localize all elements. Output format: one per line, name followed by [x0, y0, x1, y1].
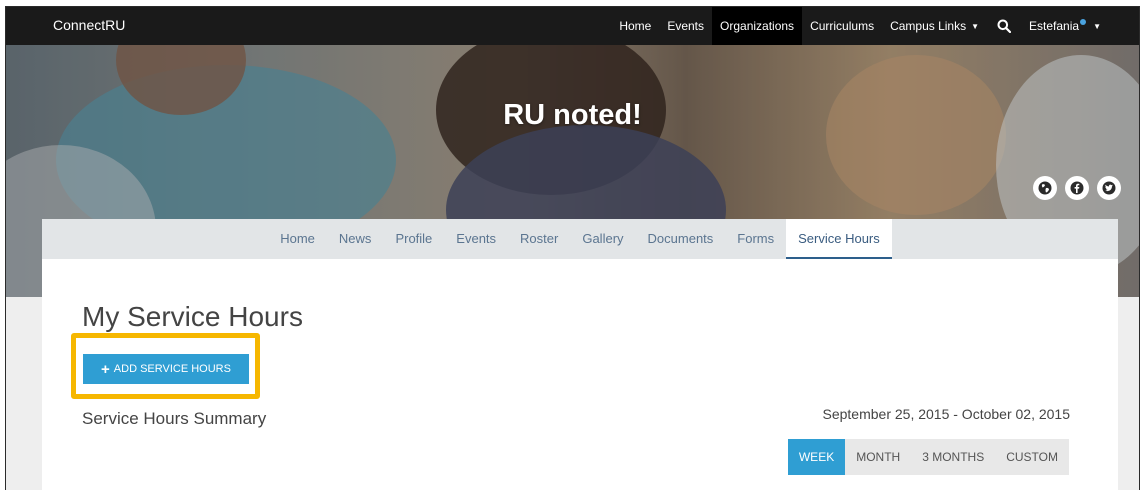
notification-dot-icon [1080, 19, 1087, 25]
nav-events[interactable]: Events [659, 7, 712, 45]
summary-title: Service Hours Summary [82, 409, 267, 428]
nav-curriculums-label: Curriculums [810, 19, 875, 33]
organization-tabs: Home News Profile Events Roster Gallery … [42, 219, 1118, 259]
tab-news-label: News [338, 230, 372, 246]
nav-organizations-label: Organizations [720, 19, 795, 33]
page-title: My Service Hours [82, 301, 303, 332]
user-menu[interactable]: Estefania ▼ [1021, 7, 1109, 45]
tab-events-label: Events [456, 230, 497, 246]
caret-down-icon: ▼ [971, 21, 980, 31]
tab-gallery-label: Gallery [582, 230, 624, 246]
nav-campus-links-label: Campus Links [890, 19, 967, 33]
range-tab-custom-label: CUSTOM [1006, 450, 1058, 464]
add-service-hours-button[interactable]: + ADD SERVICE HOURS [83, 354, 249, 384]
website-link[interactable] [1033, 176, 1057, 200]
globe-icon [1038, 181, 1052, 195]
nav-home-label: Home [619, 19, 652, 33]
range-tab-3-months[interactable]: 3 MONTHS [911, 439, 995, 475]
user-name: Estefania [1029, 19, 1080, 33]
top-nav-menu: Home Events Organizations Curriculums Ca… [611, 7, 1109, 45]
tab-news[interactable]: News [327, 219, 384, 259]
nav-home[interactable]: Home [611, 7, 659, 45]
facebook-link[interactable] [1065, 176, 1089, 200]
twitter-icon [1102, 181, 1116, 195]
nav-organizations[interactable]: Organizations [712, 7, 803, 45]
range-tab-month[interactable]: MONTH [845, 439, 911, 475]
range-tab-month-label: MONTH [856, 450, 901, 464]
tab-gallery[interactable]: Gallery [570, 219, 635, 259]
add-service-hours-label: ADD SERVICE HOURS [113, 363, 231, 375]
tab-events[interactable]: Events [444, 219, 508, 259]
tab-profile-label: Profile [395, 230, 433, 246]
nav-campus-links[interactable]: Campus Links ▼ [882, 7, 987, 45]
nav-events-label: Events [667, 19, 705, 33]
twitter-link[interactable] [1097, 176, 1121, 200]
tab-documents-label: Documents [647, 230, 714, 246]
tab-documents[interactable]: Documents [636, 219, 726, 259]
app-window: ConnectRU Home Events Organizations Curr… [5, 6, 1140, 490]
range-tab-week-label: WEEK [798, 450, 835, 464]
social-links [1033, 176, 1121, 200]
tab-roster[interactable]: Roster [508, 219, 570, 259]
date-range: September 25, 2015 - October 02, 2015 [822, 406, 1071, 422]
plus-icon: + [101, 360, 110, 378]
tab-home-label: Home [280, 230, 315, 246]
facebook-icon [1070, 181, 1084, 195]
tab-forms[interactable]: Forms [725, 219, 786, 259]
range-tab-3-months-label: 3 MONTHS [922, 450, 985, 464]
tab-service-hours[interactable]: Service Hours [786, 219, 892, 259]
top-navbar: ConnectRU Home Events Organizations Curr… [6, 7, 1139, 45]
organization-title: RU noted! [503, 99, 642, 131]
range-tab-week[interactable]: WEEK [787, 439, 846, 475]
tab-roster-label: Roster [520, 230, 559, 246]
tab-forms-label: Forms [737, 230, 775, 246]
caret-down-icon: ▼ [1093, 21, 1101, 31]
tab-profile[interactable]: Profile [383, 219, 444, 259]
search-button[interactable] [987, 7, 1021, 45]
range-tab-custom[interactable]: CUSTOM [995, 439, 1069, 475]
tab-service-hours-label: Service Hours [798, 230, 880, 246]
main-content: My Service Hours + ADD SERVICE HOURS Ser… [42, 259, 1118, 490]
tab-home[interactable]: Home [268, 219, 327, 259]
brand-logo[interactable]: ConnectRU [53, 17, 125, 33]
search-icon [997, 19, 1012, 33]
nav-curriculums[interactable]: Curriculums [802, 7, 882, 45]
range-tabs: WEEK MONTH 3 MONTHS CUSTOM [787, 439, 1069, 475]
